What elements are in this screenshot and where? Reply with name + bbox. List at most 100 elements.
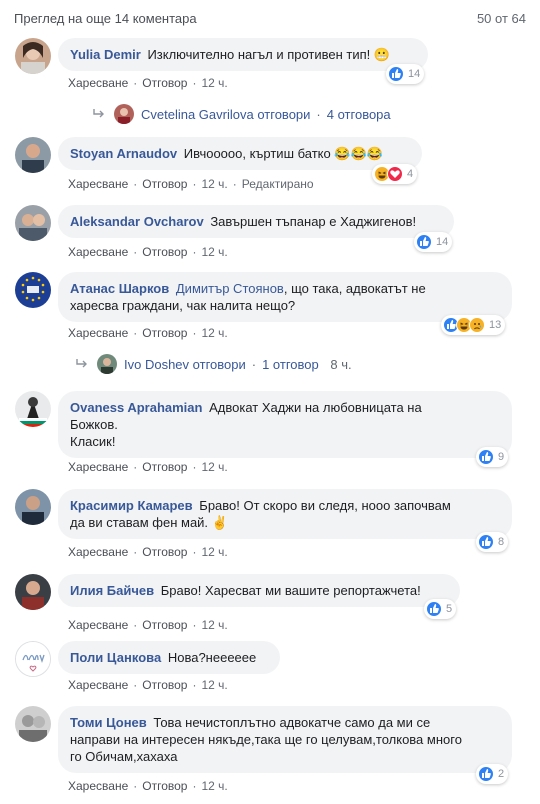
comment-bubble: Красимир Камарев Браво! От скоро ви след… [58,489,512,539]
comment-actions: Харесване · Отговор · 12 ч. · Редактирано [68,177,314,191]
reply-button[interactable]: Отговор [142,177,187,191]
comment-text: Браво! Харесват ми вашите репортажчета! [160,583,421,598]
reaction-count: 9 [498,451,505,463]
comment-time[interactable]: 12 ч. [201,545,227,559]
comment-author[interactable]: Томи Цонев [70,715,147,730]
comment-text: да ви ставам фен май. ✌️ [70,515,228,530]
comment-text: Адвокат Хаджи на любовницата на [209,400,422,415]
like-button[interactable]: Харесване [68,779,128,793]
comment-time[interactable]: 12 ч. [201,460,227,474]
like-icon [426,601,442,617]
replies-link[interactable]: Cvetelina Gavrilova отговори · 4 отговора [92,104,391,124]
reactions-summary[interactable]: 14 [386,64,425,84]
reply-button[interactable]: Отговор [142,245,187,259]
replies-link[interactable]: Ivo Doshev отговори · 1 отговор 8 ч. [75,354,352,374]
love-icon [387,166,403,182]
reply-button[interactable]: Отговор [142,460,187,474]
avatar[interactable] [15,641,51,677]
comment-bubble: Ovaness Aprahamian Адвокат Хаджи на любо… [58,391,512,458]
comment-text: Нова?нееееее [167,650,257,665]
reaction-count: 14 [408,68,421,80]
comment-author[interactable]: Yulia Demir [70,47,141,62]
comment-bubble: Томи Цонев Това нечистоплътно адвокатче … [58,706,512,773]
comment-bubble: Stoyan Arnaudov Ивчооооо, къртиш батко 😂… [58,137,422,170]
reply-verb[interactable]: отговори [257,107,310,122]
like-button[interactable]: Харесване [68,326,128,340]
reply-arrow-icon [93,109,104,118]
comment-author[interactable]: Атанас Шарков [70,281,169,296]
reply-button[interactable]: Отговор [142,779,187,793]
avatar[interactable] [15,38,51,74]
comment-actions: Харесване · Отговор · 12 ч. [68,76,228,90]
comment-actions: Харесване · Отговор · 12 ч. [68,326,228,340]
like-button[interactable]: Харесване [68,460,128,474]
like-icon [388,66,404,82]
reactions-summary[interactable]: 5 [424,599,457,619]
like-button[interactable]: Харесване [68,245,128,259]
reply-verb[interactable]: отговори [193,357,246,372]
like-button[interactable]: Харесване [68,177,128,191]
reply-button[interactable]: Отговор [142,326,187,340]
like-button[interactable]: Харесване [68,678,128,692]
reply-time[interactable]: 8 ч. [330,357,351,372]
like-icon [478,766,494,782]
reply-button[interactable]: Отговор [142,618,187,632]
avatar[interactable] [15,272,51,308]
comment-actions: Харесване · Отговор · 12 ч. [68,545,228,559]
comment-author[interactable]: Aleksandar Ovcharov [70,214,204,229]
reply-arrow-icon [76,359,87,368]
comment-time[interactable]: 12 ч. [201,245,227,259]
reactions-summary[interactable]: 4 [372,164,418,184]
comment-time[interactable]: 12 ч. [201,326,227,340]
view-more-comments-link[interactable]: Преглед на още 14 коментара [14,11,197,26]
avatar[interactable] [15,489,51,525]
mention-link[interactable]: Димитър Стоянов [176,281,284,296]
comment-author[interactable]: Красимир Камарев [70,498,193,513]
reactions-summary[interactable]: 8 [476,532,509,552]
comment-text: Божков. [70,417,118,432]
like-icon [478,534,494,550]
comment-bubble: Aleksandar Ovcharov Завършен тъпанар е Х… [58,205,454,238]
reply-button[interactable]: Отговор [142,678,187,692]
reactions-summary[interactable]: 13 [441,315,506,335]
like-button[interactable]: Харесване [68,618,128,632]
comment-author[interactable]: Ovaness Aprahamian [70,400,202,415]
reaction-count: 4 [407,168,414,180]
comment-text: го Обичам,хахаха [70,749,178,764]
comment-time[interactable]: 12 ч. [201,779,227,793]
comment-author[interactable]: Поли Цанкова [70,650,161,665]
avatar[interactable] [15,205,51,241]
like-button[interactable]: Харесване [68,76,128,90]
reaction-count: 5 [446,603,453,615]
comment-text: направи на интересен някъде,така ще го ц… [70,732,462,747]
comment-text: Ивчооооо, къртиш батко 😂😂😂 [183,146,383,161]
reaction-count: 13 [489,319,502,331]
comment-counter: 50 от 64 [476,11,526,26]
comment-time[interactable]: 12 ч. [201,618,227,632]
comment-time[interactable]: 12 ч. [201,76,227,90]
reactions-summary[interactable]: 2 [476,764,509,784]
avatar[interactable] [15,706,51,742]
comment-author[interactable]: Stoyan Arnaudov [70,146,177,161]
comment-author[interactable]: Илия Байчев [70,583,154,598]
reactions-summary[interactable]: 9 [476,447,509,467]
like-button[interactable]: Харесване [68,545,128,559]
reactions-summary[interactable]: 14 [414,232,453,252]
comment-actions: Харесване · Отговор · 12 ч. [68,678,228,692]
reply-button[interactable]: Отговор [142,76,187,90]
reply-count[interactable]: 1 отговор [262,357,319,372]
comment-actions: Харесване · Отговор · 12 ч. [68,460,228,474]
comment-time[interactable]: 12 ч. [201,177,227,191]
avatar[interactable] [15,574,51,610]
edited-label[interactable]: Редактирано [242,177,314,191]
reply-author[interactable]: Ivo Doshev [124,357,189,372]
sad-icon [469,317,485,333]
reply-count[interactable]: 4 отговора [327,107,391,122]
comment-text: Браво! От скоро ви следя, нооо започвам [199,498,451,513]
reply-author[interactable]: Cvetelina Gavrilova [141,107,254,122]
comment-time[interactable]: 12 ч. [201,678,227,692]
reply-button[interactable]: Отговор [142,545,187,559]
avatar[interactable] [15,137,51,173]
avatar[interactable] [15,391,51,427]
comment-text: Завършен тъпанар е Хаджигенов! [210,214,417,229]
